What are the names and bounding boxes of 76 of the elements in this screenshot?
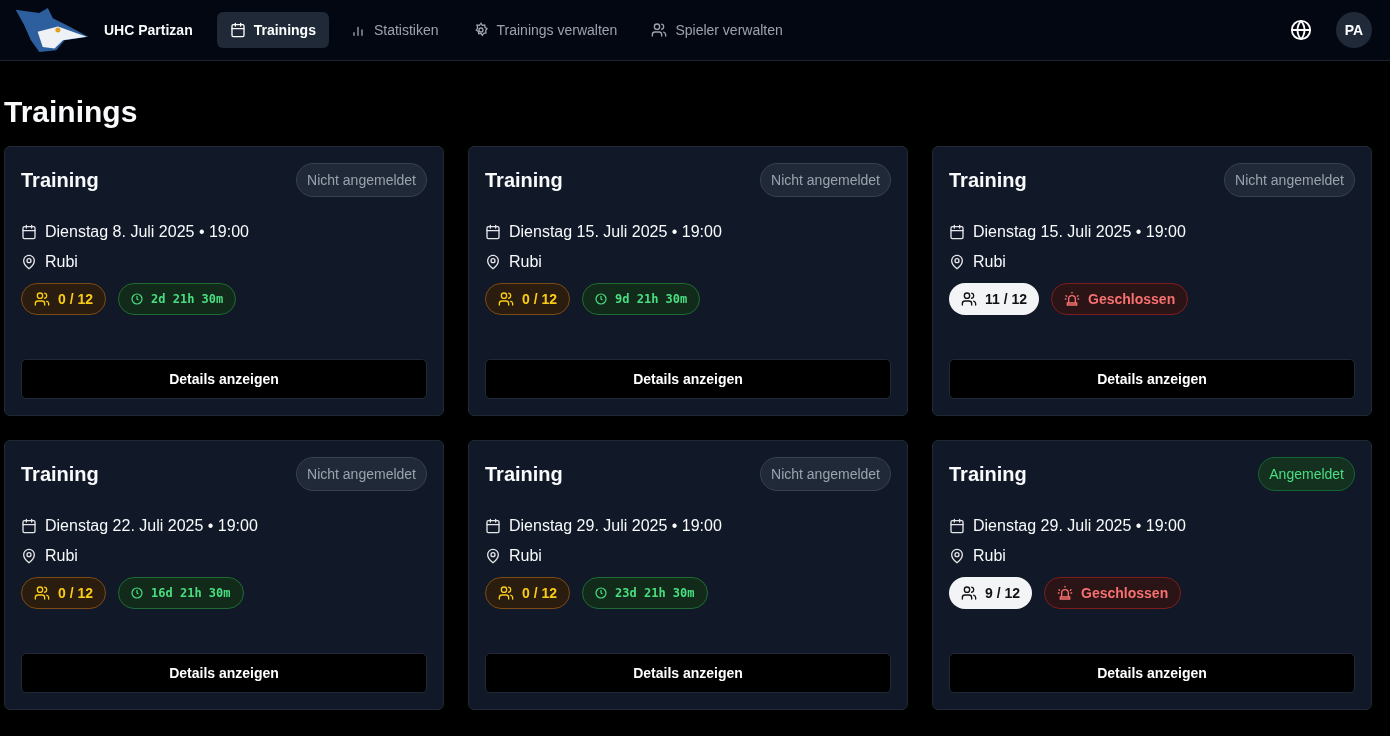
participants-badge: 9 / 12 <box>949 577 1033 609</box>
clock-icon <box>595 587 608 599</box>
details-button[interactable]: Details anzeigen <box>21 359 427 399</box>
card-title: Training <box>21 168 99 192</box>
closed-badge: Geschlossen <box>1051 283 1189 315</box>
nav-tab[interactable]: Spieler verwalten <box>638 12 796 48</box>
nav-tab[interactable]: Statistiken <box>336 12 452 48</box>
countdown-badge: 9d 21h 30m <box>582 283 701 315</box>
details-button[interactable]: Details anzeigen <box>485 653 891 693</box>
countdown-badge: 2d 21h 30m <box>118 283 237 315</box>
details-button[interactable]: Details anzeigen <box>21 653 427 693</box>
calendar-icon <box>485 518 501 534</box>
clock-icon <box>131 293 144 305</box>
users-icon <box>651 22 668 38</box>
training-location: Rubi <box>45 547 78 565</box>
training-location: Rubi <box>509 253 542 271</box>
training-date: Dienstag 15. Juli 2025 • 19:00 <box>509 223 722 241</box>
training-date: Dienstag 15. Juli 2025 • 19:00 <box>973 223 1186 241</box>
clock-icon <box>131 587 144 599</box>
training-location: Rubi <box>509 547 542 565</box>
club-name: UHC Partizan <box>104 22 193 38</box>
details-button[interactable]: Details anzeigen <box>485 359 891 399</box>
location-pin-icon <box>949 254 965 270</box>
participants-badge: 0 / 12 <box>485 283 571 315</box>
card-title: Training <box>485 462 563 486</box>
closed-badge: Geschlossen <box>1044 577 1182 609</box>
training-date: Dienstag 29. Juli 2025 • 19:00 <box>973 517 1186 535</box>
users-icon <box>961 291 977 307</box>
user-avatar[interactable]: PA <box>1336 12 1372 48</box>
users-icon <box>34 291 50 307</box>
users-icon <box>498 585 514 601</box>
participants-badge: 0 / 12 <box>21 577 107 609</box>
participants-badge: 0 / 12 <box>21 283 107 315</box>
calendar-icon <box>949 224 965 240</box>
location-pin-icon <box>949 548 965 564</box>
registration-badge: Nicht angemeldet <box>1224 163 1355 197</box>
countdown-badge: 16d 21h 30m <box>118 577 244 609</box>
details-button[interactable]: Details anzeigen <box>949 359 1355 399</box>
registration-badge: Nicht angemeldet <box>296 457 427 491</box>
participants-badge: 11 / 12 <box>949 283 1040 315</box>
details-button[interactable]: Details anzeigen <box>949 653 1355 693</box>
users-icon <box>34 585 50 601</box>
card-title: Training <box>485 168 563 192</box>
siren-icon <box>1057 585 1074 601</box>
card-title: Training <box>949 168 1027 192</box>
card-title: Training <box>949 462 1027 486</box>
calendar-icon <box>949 518 965 534</box>
registration-badge: Angemeldet <box>1258 457 1355 491</box>
globe-icon[interactable] <box>1290 19 1312 41</box>
registration-badge: Nicht angemeldet <box>760 163 891 197</box>
countdown-badge: 23d 21h 30m <box>582 577 708 609</box>
card-title: Training <box>21 462 99 486</box>
location-pin-icon <box>485 254 501 270</box>
training-location: Rubi <box>45 253 78 271</box>
training-date: Dienstag 22. Juli 2025 • 19:00 <box>45 517 258 535</box>
page-title: Trainings <box>4 95 139 129</box>
registration-badge: Nicht angemeldet <box>760 457 891 491</box>
location-pin-icon <box>21 548 37 564</box>
calendar-icon <box>229 22 246 38</box>
participants-badge: 0 / 12 <box>485 577 571 609</box>
nav-tab[interactable]: Trainings verwalten <box>459 12 631 48</box>
nav-tab[interactable]: Trainings <box>216 12 329 48</box>
training-location: Rubi <box>973 253 1006 271</box>
calendar-icon <box>21 518 37 534</box>
calendar-icon <box>21 224 37 240</box>
clock-icon <box>595 293 608 305</box>
calendar-icon <box>485 224 501 240</box>
training-date: Dienstag 8. Juli 2025 • 19:00 <box>45 223 249 241</box>
users-icon <box>961 585 977 601</box>
siren-icon <box>1064 291 1081 307</box>
users-icon <box>498 291 514 307</box>
location-pin-icon <box>485 548 501 564</box>
registration-badge: Nicht angemeldet <box>296 163 427 197</box>
training-date: Dienstag 29. Juli 2025 • 19:00 <box>509 517 722 535</box>
training-location: Rubi <box>973 547 1006 565</box>
location-pin-icon <box>21 254 37 270</box>
